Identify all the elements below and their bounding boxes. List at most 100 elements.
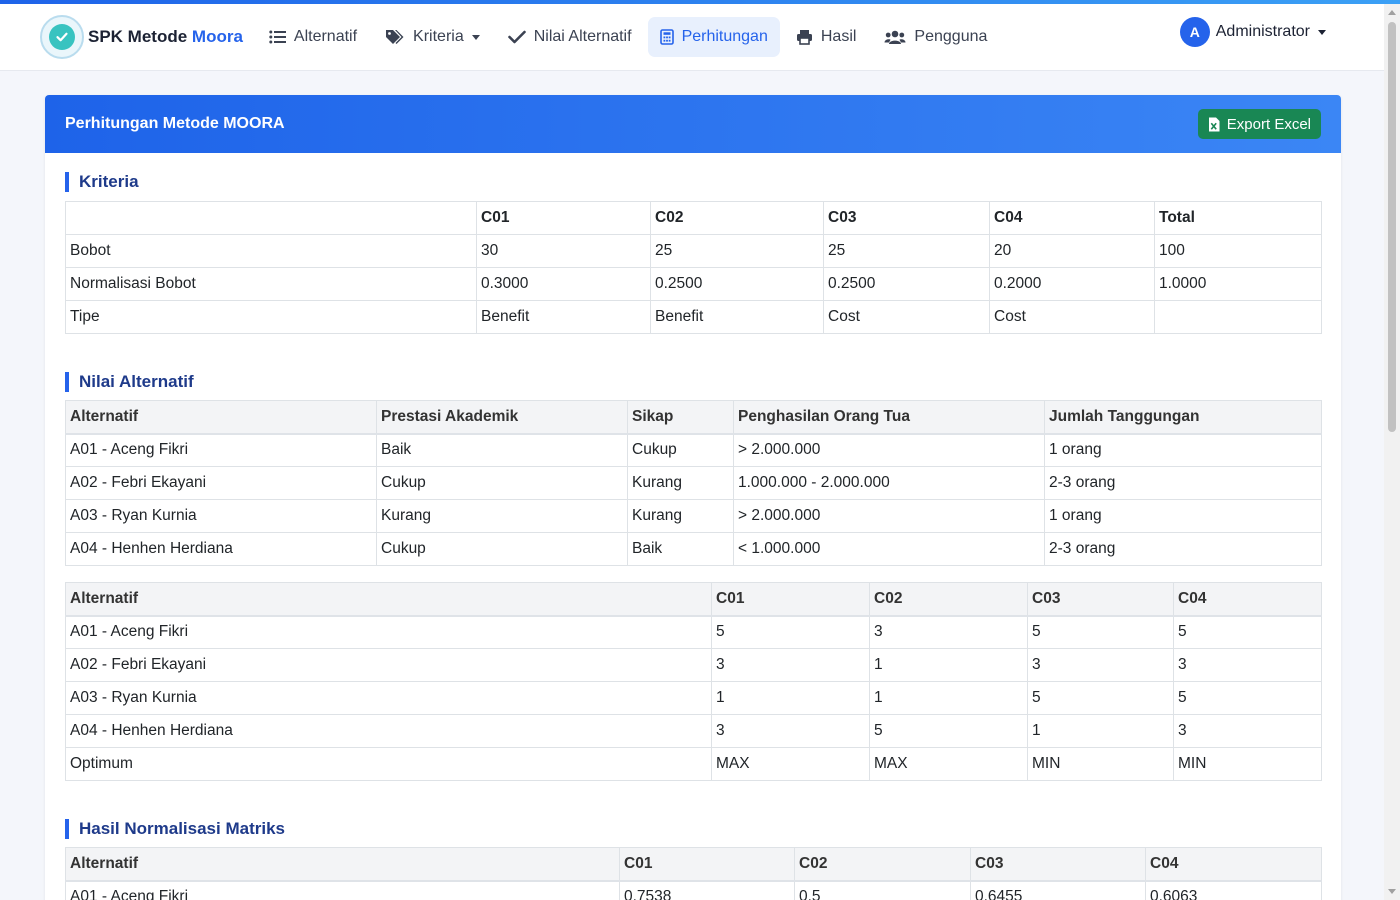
brand-logo-icon [40,15,84,59]
table-cell: A03 - Ryan Kurnia [65,499,377,533]
table-cell: 1 orang [1044,499,1322,533]
nav-item-alternatif[interactable]: Alternatif [257,17,369,57]
table-header-cell: C04 [1173,582,1322,617]
table-cell: Cukup [627,433,734,467]
nav-item-pengguna[interactable]: Pengguna [872,17,999,57]
nilai-alternatif-table: Alternatif Prestasi Akademik Sikap Pengh… [65,400,1322,566]
table-cell: 5 [869,714,1028,748]
table-cell [1154,300,1322,334]
table-cell: Kurang [376,499,628,533]
brand-name: SPK Metode Moora [88,27,243,46]
table-cell: 3 [1027,648,1174,682]
brand[interactable]: SPK Metode Moora [40,15,243,59]
table-cell: 3 [1173,714,1322,748]
table-cell: 1.000.000 - 2.000.000 [733,466,1045,500]
table-header-cell: C03 [823,201,990,235]
table-header-cell: C04 [1145,847,1322,882]
table-header-cell: Prestasi Akademik [376,400,628,435]
scroll-up-icon[interactable] [1388,10,1396,15]
nav-item-hasil[interactable]: Hasil [784,17,869,57]
table-cell: A04 - Henhen Herdiana [65,714,712,748]
table-cell: Baik [627,532,734,566]
table-cell: A01 - Aceng Fikri [65,433,377,467]
table-header-cell: C02 [650,201,824,235]
table-row: A01 - Aceng Fikri 5 3 5 5 [65,615,1322,649]
table-header-cell: C02 [794,847,971,882]
scroll-down-icon[interactable] [1388,889,1396,894]
table-header-cell: C03 [1027,582,1174,617]
table-cell: MAX [711,747,870,781]
table-cell: 0.2000 [989,267,1155,301]
chevron-down-icon [1318,29,1326,35]
tags-icon [386,30,404,44]
table-cell: 30 [476,234,651,268]
section-title-nilai-alternatif: Nilai Alternatif [65,372,1321,392]
table-cell: MIN [1027,747,1174,781]
nav-item-perhitungan[interactable]: Perhitungan [647,17,780,57]
section-title-kriteria: Kriteria [65,172,1321,192]
table-cell: 5 [1173,681,1322,715]
nav-item-label: Kriteria [413,28,464,45]
table-cell: 0.5 [794,880,971,900]
table-row: Tipe Benefit Benefit Cost Cost [65,300,1322,334]
kriteria-table: C01 C02 C03 C04 Total Bobot 30 25 25 20 … [65,201,1322,334]
table-row: A02 - Febri Ekayani 3 1 3 3 [65,648,1322,682]
table-row: A01 - Aceng Fikri 0.7538 0.5 0.6455 0.60… [65,880,1322,900]
table-cell: 3 [711,714,870,748]
perhitungan-card: Perhitungan Metode MOORA Export Excel Kr… [45,95,1341,900]
table-cell: 3 [1173,648,1322,682]
table-cell: A04 - Henhen Herdiana [65,532,377,566]
table-header-cell: Total [1154,201,1322,235]
table-cell: Cost [823,300,990,334]
table-header-row: Alternatif C01 C02 C03 C04 [65,582,1322,617]
table-row: A03 - Ryan Kurnia Kurang Kurang > 2.000.… [65,499,1322,533]
table-header-cell: C01 [711,582,870,617]
table-header-cell [65,201,477,235]
table-cell: 1 [711,681,870,715]
table-cell: A01 - Aceng Fikri [65,880,620,900]
nav-item-label: Pengguna [914,28,988,45]
nav-item-kriteria[interactable]: Kriteria [373,17,492,57]
table-header-row: Alternatif C01 C02 C03 C04 [65,847,1322,882]
table-cell: > 2.000.000 [733,433,1045,467]
table-row: Optimum MAX MAX MIN MIN [65,747,1322,781]
navbar: SPK Metode Moora Alternatif Kriteria Nil… [0,4,1384,71]
table-header-cell: C03 [970,847,1146,882]
list-icon [269,30,286,44]
table-cell: 0.2500 [823,267,990,301]
table-cell: 25 [650,234,824,268]
table-cell: Baik [376,433,628,467]
nav-item-label: Perhitungan [681,28,768,45]
table-row: Bobot 30 25 25 20 100 [65,234,1322,268]
table-cell: < 1.000.000 [733,532,1045,566]
table-cell: 1 [869,648,1028,682]
scrollbar-thumb[interactable] [1388,22,1396,432]
table-row: A02 - Febri Ekayani Cukup Kurang 1.000.0… [65,466,1322,500]
user-menu[interactable]: A Administrator [1179,17,1326,47]
table-cell: 5 [711,615,870,649]
card-body: Kriteria C01 C02 C03 C04 Total Bobot 30 … [45,172,1341,900]
table-header-cell: Sikap [627,400,734,435]
table-cell: 1 orang [1044,433,1322,467]
page-scrollbar[interactable] [1384,4,1400,900]
table-cell: 0.6063 [1145,880,1322,900]
table-cell: Benefit [476,300,651,334]
table-header-cell: Alternatif [65,582,712,617]
table-row: A04 - Henhen Herdiana Cukup Baik < 1.000… [65,532,1322,566]
table-header-cell: Alternatif [65,400,377,435]
nav-item-nilai-alternatif[interactable]: Nilai Alternatif [496,17,644,57]
check-icon [507,30,526,44]
table-cell: 1 [1027,714,1174,748]
table-cell: Kurang [627,499,734,533]
section-title-normalisasi: Hasil Normalisasi Matriks [65,819,1321,839]
table-cell: 2-3 orang [1044,532,1322,566]
export-excel-button[interactable]: Export Excel [1197,109,1321,139]
table-cell: 3 [869,615,1028,649]
table-header-cell: Alternatif [65,847,620,882]
table-cell: 0.7538 [619,880,795,900]
normalisasi-table: Alternatif C01 C02 C03 C04 A01 - Aceng F… [65,847,1322,900]
table-cell: 1.0000 [1154,267,1322,301]
table-cell: 1 [869,681,1028,715]
table-header-cell: C04 [989,201,1155,235]
nav-item-label: Hasil [820,28,857,45]
